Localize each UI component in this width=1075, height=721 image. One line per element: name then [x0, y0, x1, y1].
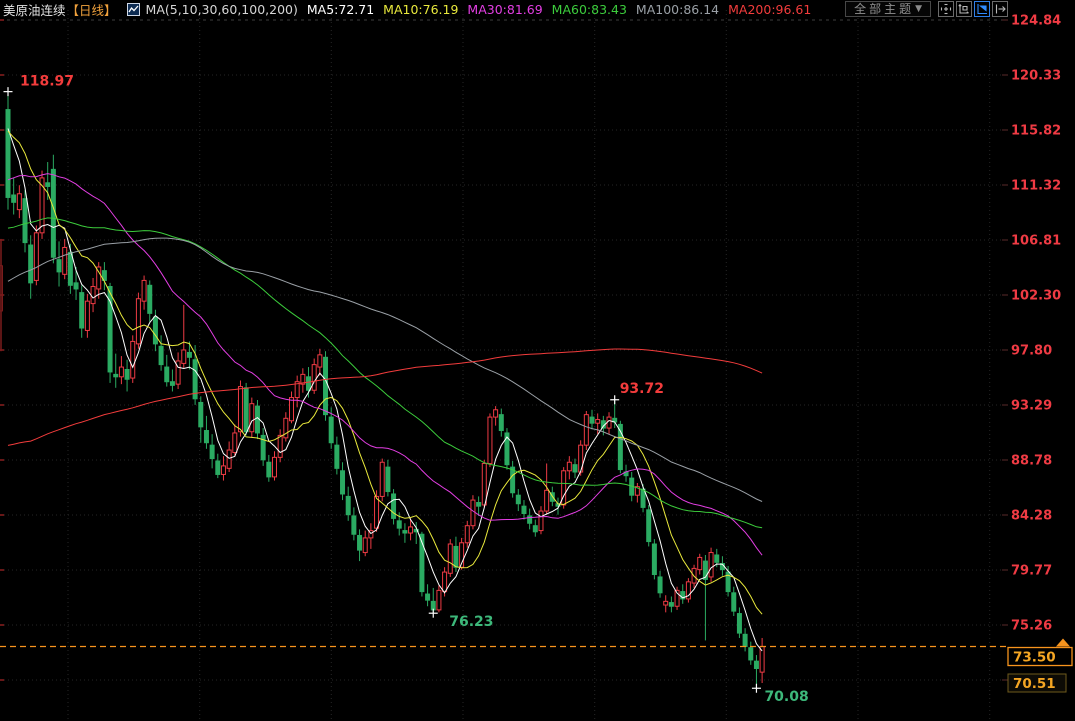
axis-label: 120.33 [1011, 69, 1061, 84]
axis-scale-icon-button[interactable] [956, 1, 972, 17]
axis-flag-active-icon-button[interactable] [974, 1, 990, 17]
axis-label: 93.29 [1011, 399, 1052, 414]
current-price-label: 73.50 [1013, 650, 1056, 666]
axis-scale-icon [958, 4, 969, 14]
ma-value-10: MA10:76.19 [383, 1, 459, 17]
axis-label: 124.84 [1011, 14, 1061, 29]
axis-label: 75.26 [1011, 619, 1052, 634]
ma-value-100: MA100:86.14 [635, 1, 720, 17]
axis-label: 97.80 [1011, 344, 1052, 359]
chart-header: 美原油连续 【日线】 MA(5,10,30,60,100,200) MA5:72… [0, 0, 820, 18]
toolbar-buttons [936, 1, 1008, 17]
extreme-label: 93.72 [620, 381, 664, 397]
extreme-label: 70.08 [764, 689, 808, 705]
marks-layer: 118.97 93.72 76.23 70.08 [3, 74, 809, 705]
axis-label: 84.28 [1011, 509, 1052, 524]
theme-dropdown-label: 全部主题 [854, 2, 915, 16]
ma-values: MA5:72.71 MA10:76.19 MA30:81.69 MA60:83.43 M… [307, 2, 820, 17]
axis-flag-active-icon [977, 4, 987, 15]
axis-label: 106.81 [1011, 234, 1061, 249]
ma-value-5: MA5:72.71 [306, 1, 375, 17]
ma-value-30: MA30:81.69 [467, 1, 543, 17]
axis-label: 79.77 [1011, 564, 1052, 579]
left-edge-layer [0, 19, 4, 681]
ma-formula: MA(5,10,30,60,100,200) [145, 1, 298, 17]
pan-right-icon-button[interactable] [992, 1, 1008, 17]
extreme-label: 118.97 [20, 74, 74, 90]
axis-label: 111.32 [1011, 179, 1061, 194]
extreme-label: 76.23 [449, 614, 493, 630]
pan-icon-button[interactable] [938, 1, 954, 17]
pan-right-icon [995, 4, 1006, 14]
axis-label: 102.30 [1011, 289, 1061, 304]
session-low-label: 70.51 [1013, 676, 1056, 692]
price-chart[interactable]: 118.9793.7276.2370.08124.84120.33115.821… [0, 0, 1075, 721]
axis-label: 88.78 [1011, 454, 1052, 469]
symbol-title: 美原油连续 [3, 2, 66, 18]
pan-icon [940, 3, 952, 15]
price-axis[interactable]: 124.84 120.33 115.82 111.32 106.81 102.30 97.8… [1002, 14, 1073, 693]
axis-label: 115.82 [1011, 124, 1061, 139]
grid-layer [0, 10, 1007, 721]
ma-value-60: MA60:83.43 [551, 1, 627, 17]
theme-dropdown[interactable]: 全部主题 ▼ [845, 1, 931, 17]
indicator-mini-icon [126, 2, 140, 16]
period-label: 【日线】 [66, 2, 117, 18]
chevron-down-icon: ▼ [915, 4, 922, 14]
chart-window: 118.97 93.72 76.23 70.08 124.84 120.33 115.82 1… [0, 0, 1075, 721]
ma-value-200: MA200:96.61 [728, 1, 812, 17]
price-up-arrow-icon [1056, 638, 1070, 647]
chart-toolbar: 全部主题 ▼ [845, 1, 1008, 17]
